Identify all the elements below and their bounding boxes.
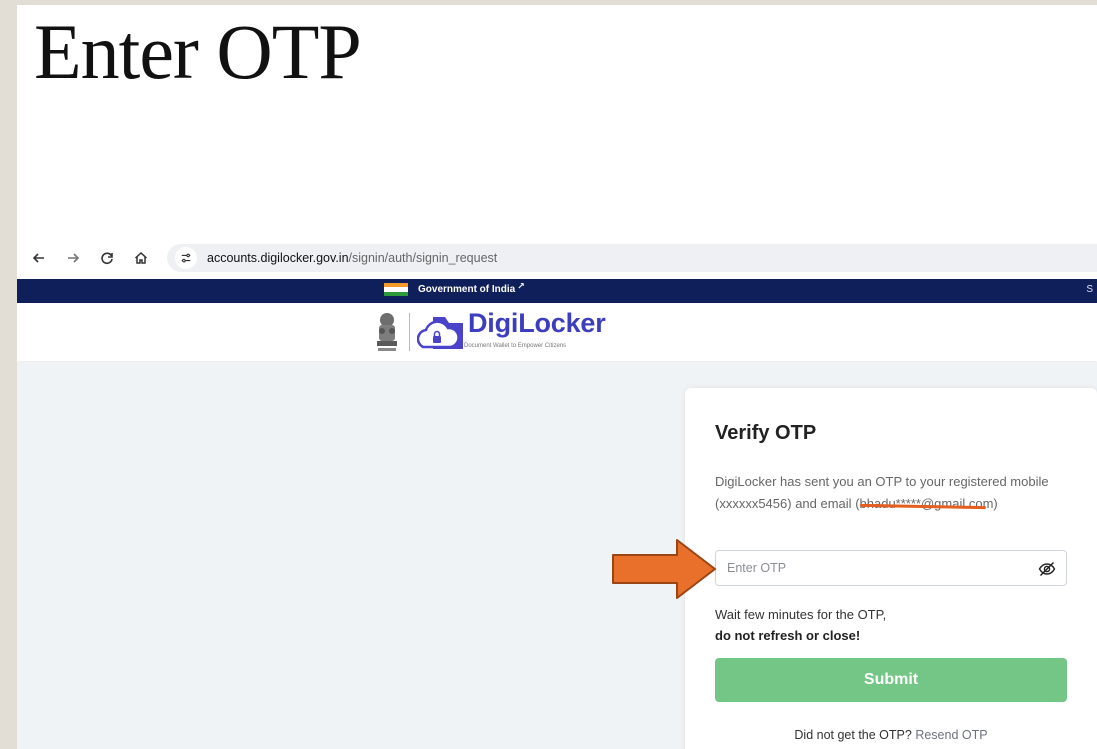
brand-tagline: Document Wallet to Empower Citizens (464, 343, 567, 349)
forward-arrow-icon[interactable] (61, 246, 85, 270)
resend-otp-link[interactable]: Resend OTP (915, 728, 987, 742)
redacted-email: bhadu*****@gmail.com (859, 496, 993, 511)
site-settings-icon[interactable] (175, 247, 197, 269)
otp-sent-message: DigiLocker has sent you an OTP to your r… (715, 471, 1055, 515)
url-path: /signin/auth/signin_request (348, 251, 498, 265)
otp-input[interactable] (716, 551, 1026, 585)
slide: Enter OTP accounts.digilocker.gov.in/sig… (17, 5, 1097, 749)
back-arrow-icon[interactable] (27, 246, 51, 270)
url-host: accounts.digilocker.gov.in (207, 251, 349, 265)
gov-strip: Government of India ↗ S (17, 279, 1097, 303)
digilocker-logo-icon (417, 317, 463, 349)
header-separator (409, 313, 410, 351)
card-title: Verify OTP (715, 422, 817, 444)
external-link-icon: ↗ (517, 281, 525, 291)
resend-prompt: Did not get the OTP? (794, 728, 912, 742)
gov-link[interactable]: Government of India ↗ (384, 281, 525, 296)
brand-name: DigiLocker (468, 308, 606, 338)
main-area: Verify OTP DigiLocker has sent you an OT… (17, 362, 1097, 749)
verify-otp-card: Verify OTP DigiLocker has sent you an OT… (685, 388, 1097, 749)
india-flag-icon (384, 283, 408, 296)
gov-label: Government of India (418, 284, 516, 295)
browser-toolbar: accounts.digilocker.gov.in/signin/auth/s… (17, 237, 1097, 279)
national-emblem-icon (377, 313, 397, 351)
eye-slash-icon[interactable] (1038, 561, 1056, 577)
wait-warning: do not refresh or close! (715, 628, 861, 643)
address-bar[interactable]: accounts.digilocker.gov.in/signin/auth/s… (167, 244, 1097, 272)
url-text: accounts.digilocker.gov.in/signin/auth/s… (207, 251, 497, 265)
site-header: DigiLocker Document Wallet to Empower Ci… (17, 303, 1097, 361)
gov-right-text: S (1086, 284, 1093, 295)
wait-line: Wait few minutes for the OTP, (715, 607, 887, 622)
home-icon[interactable] (129, 246, 153, 270)
submit-button[interactable]: Submit (715, 658, 1067, 702)
annotation-arrow-icon (612, 539, 716, 599)
reload-icon[interactable] (95, 246, 119, 270)
wait-notice: Wait few minutes for the OTP, do not ref… (715, 604, 886, 646)
email-close: ) (993, 496, 998, 511)
resend-row: Did not get the OTP? Resend OTP (685, 728, 1097, 742)
otp-field (715, 550, 1067, 586)
slide-title: Enter OTP (34, 8, 362, 95)
